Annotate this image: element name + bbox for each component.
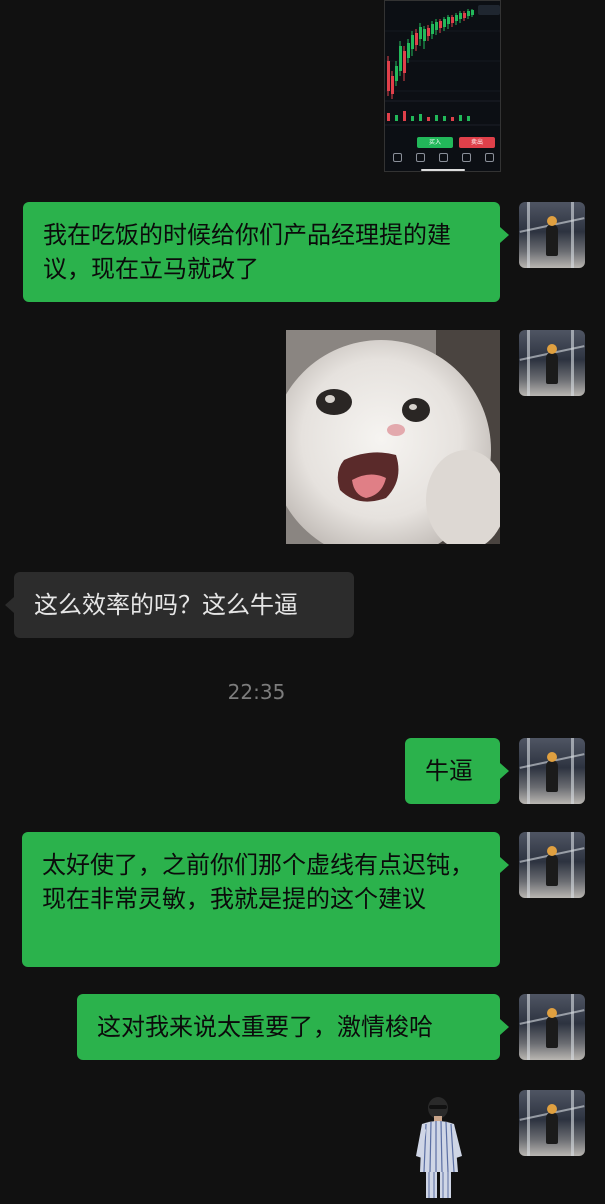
- message-text: 这对我来说太重要了，激情梭哈: [97, 1013, 433, 1041]
- cat-illustration: [286, 330, 500, 544]
- bubble-tail: [500, 857, 509, 873]
- my-avatar[interactable]: [519, 1090, 585, 1156]
- message-bubble-sent[interactable]: 我在吃饭的时候给你们产品经理提的建议，现在立马就改了: [23, 202, 500, 302]
- my-avatar[interactable]: [519, 994, 585, 1060]
- bubble-tail: [500, 227, 509, 243]
- trade-nav-icon: [439, 153, 448, 162]
- my-avatar[interactable]: [519, 832, 585, 898]
- cat-sticker-image[interactable]: [286, 330, 500, 544]
- message-bubble-sent[interactable]: 牛逼: [405, 738, 500, 804]
- my-avatar[interactable]: [519, 202, 585, 268]
- person-sticker-image[interactable]: [414, 1094, 464, 1200]
- wallet-nav-icon: [485, 153, 494, 162]
- message-bubble-received[interactable]: 这么效率的吗？这么牛逼: [14, 572, 354, 638]
- message-text: 这么效率的吗？这么牛逼: [34, 591, 298, 619]
- message-text: 牛逼: [425, 757, 473, 785]
- my-avatar[interactable]: [519, 738, 585, 804]
- message-bubble-sent[interactable]: 这对我来说太重要了，激情梭哈: [77, 994, 500, 1060]
- my-avatar[interactable]: [519, 330, 585, 396]
- shared-screenshot-image[interactable]: 买入 卖出: [384, 0, 501, 172]
- sell-button-thumbnail: 卖出: [459, 137, 495, 148]
- market-nav-icon: [416, 153, 425, 162]
- message-text: 我在吃饭的时候给你们产品经理提的建议，现在立马就改了: [43, 221, 451, 283]
- earn-nav-icon: [462, 153, 471, 162]
- message-bubble-sent[interactable]: 太好使了，之前你们那个虚线有点迟钝，现在非常灵敏，我就是提的这个建议: [22, 832, 500, 967]
- home-indicator: [421, 169, 465, 171]
- bubble-tail: [500, 763, 509, 779]
- person-illustration: [416, 1097, 462, 1198]
- bubble-tail: [5, 597, 14, 613]
- message-text: 太好使了，之前你们那个虚线有点迟钝，现在非常灵敏，我就是提的这个建议: [42, 851, 474, 913]
- bubble-tail: [500, 1019, 509, 1035]
- home-nav-icon: [393, 153, 402, 162]
- buy-button-thumbnail: 买入: [417, 137, 453, 148]
- chat-timestamp: 22:35: [227, 680, 286, 704]
